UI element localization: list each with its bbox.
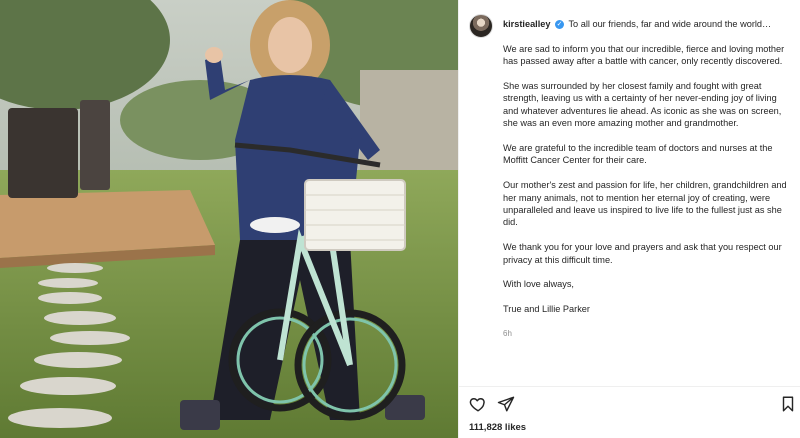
post-photo[interactable] (0, 0, 458, 438)
caption-paragraph: With love always, (503, 279, 574, 290)
caption-paragraph: We thank you for your love and prayers a… (503, 242, 782, 265)
verified-badge-icon: ✓ (555, 20, 565, 29)
caption-header: kirstiealley ✓ To all our friends, far a… (503, 18, 791, 30)
caption-scroll-area[interactable]: kirstiealley ✓ To all our friends, far a… (469, 14, 791, 384)
caption-paragraph: She was surrounded by her closest family… (503, 81, 782, 129)
username-link[interactable]: kirstiealley (503, 19, 551, 29)
post-timestamp[interactable]: 6h (503, 328, 791, 340)
caption-intro: To all our friends, far and wide around … (568, 19, 772, 29)
post-caption: kirstiealley ✓ To all our friends, far a… (503, 18, 791, 340)
send-icon[interactable] (497, 395, 515, 413)
caption-paragraph: We are sad to inform you that our incred… (503, 43, 785, 67)
avatar[interactable] (469, 14, 493, 38)
caption-paragraph: Our mother's zest and passion for life, … (503, 180, 787, 228)
post-side-panel: kirstiealley ✓ To all our friends, far a… (458, 0, 800, 438)
likes-count[interactable]: 111,828 likes (469, 422, 526, 433)
post-actions-bar (459, 386, 800, 413)
heart-icon[interactable] (469, 395, 487, 413)
bookmark-icon[interactable] (779, 395, 797, 413)
photo-woman-with-bicycle (0, 0, 458, 438)
caption-signature: True and Lillie Parker (503, 304, 590, 315)
caption-paragraph: We are grateful to the incredible team o… (503, 143, 773, 166)
